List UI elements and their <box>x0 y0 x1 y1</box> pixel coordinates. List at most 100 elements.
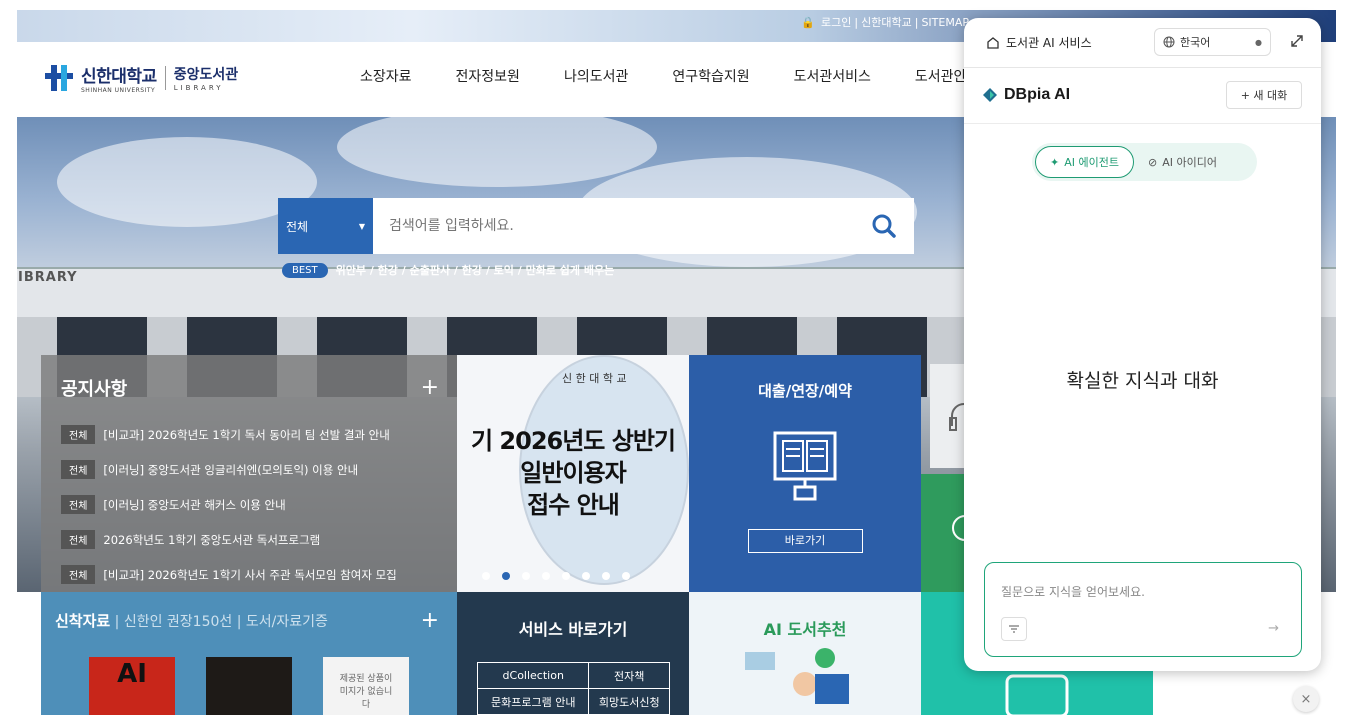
service-shortcuts-panel: 서비스 바로가기 dCollection 전자책 문화프로그램 안내 희망도서신청 <box>457 592 689 715</box>
close-panel-button[interactable]: × <box>1293 686 1319 712</box>
no-image-text: 제공된 상품이미지가 없습니다 <box>339 674 393 710</box>
logo-divider <box>164 66 166 90</box>
notice-more-button[interactable]: + <box>421 375 439 400</box>
home-icon <box>987 36 999 49</box>
banner-line-1: 기 2026년도 상반기 <box>471 427 676 455</box>
link-dcollection[interactable]: dCollection <box>476 662 590 689</box>
notice-panel: 공지사항 + 전체 [비교과] 2026학년도 1학기 독서 동아리 팀 선발 결… <box>41 355 457 592</box>
ai-book-recommend-tile[interactable]: AI 도서추천 <box>689 592 921 715</box>
notice-item[interactable]: 전체 [비교과] 2026학년도 1학기 독서 동아리 팀 선발 결과 안내 <box>61 417 437 452</box>
tab-new-books[interactable]: 신착자료 <box>55 612 110 630</box>
notice-category: 전체 <box>61 495 96 514</box>
banner-line-3: 접수 안내 <box>527 491 620 519</box>
ai-question-input[interactable]: 질문으로 지식을 얻어보세요. → <box>984 562 1302 657</box>
banner-line-2: 일반이용자 <box>520 459 626 487</box>
caret-down-icon: ● <box>1255 37 1262 47</box>
panel-divider <box>964 123 1321 124</box>
loan-go-button[interactable]: 바로가기 <box>747 529 863 553</box>
search-button[interactable] <box>854 198 914 254</box>
notice-item[interactable]: 전체 [이러닝] 중앙도서관 해커스 이용 안내 <box>61 487 437 522</box>
slider-dot-active[interactable] <box>502 572 510 580</box>
filter-button[interactable] <box>1001 617 1027 641</box>
slider-dot[interactable] <box>582 572 590 580</box>
univ-name-kr: 신한대학교 <box>81 67 157 86</box>
seal-text: 신 한 대 학 교 <box>562 372 627 385</box>
best-keyword-links[interactable]: 위안부 / 한강 / 순출판사 / 한강 / 토익 / 만화로 쉽게 배우는 <box>336 262 615 278</box>
ai-recommend-title: AI 도서추천 <box>763 620 847 639</box>
nav-research-support[interactable]: 연구학습지원 <box>672 66 749 86</box>
service-links-table: dCollection 전자책 문화프로그램 안내 희망도서신청 <box>476 662 670 715</box>
building-sign: IBRARY <box>18 270 78 285</box>
dbpia-brand: DBpia AI <box>1004 86 1071 103</box>
link-book-request[interactable]: 희망도서신청 <box>588 688 670 715</box>
notice-item[interactable]: 전체 2026학년도 1학기 중앙도서관 독서프로그램 <box>61 522 437 557</box>
tab-ai-agent[interactable]: ✦ AI 에이전트 <box>1035 146 1134 178</box>
service-title: 서비스 바로가기 <box>518 620 628 639</box>
main-nav: 소장자료 전자정보원 나의도서관 연구학습지원 도서관서비스 도서관안내 <box>360 66 1023 86</box>
link-culture-program[interactable]: 문화프로그램 안내 <box>476 688 590 715</box>
slider-dot[interactable] <box>602 572 610 580</box>
promo-banner-slider[interactable]: 신 한 대 학 교 기 2026년도 상반기 일반이용자 접수 안내 <box>457 355 689 592</box>
ai-service-panel: 도서관 AI 서비스 한국어 ● DBpia AI + 새 대화 ✦ AI 에이… <box>964 18 1321 671</box>
tab-ai-idea-label: AI 아이디어 <box>1162 156 1217 169</box>
search-icon <box>872 214 896 238</box>
library-name-en: LIBRARY <box>173 84 224 92</box>
notice-category: 전체 <box>61 460 96 479</box>
notice-title: 공지사항 <box>61 379 128 400</box>
univ-link[interactable]: 신한대학교 <box>861 16 912 29</box>
slider-dot[interactable] <box>562 572 570 580</box>
new-books-more-button[interactable]: + <box>421 608 439 633</box>
university-emblem-icon <box>45 65 73 91</box>
language-select[interactable]: 한국어 ● <box>1154 28 1271 56</box>
top-links: 🔒 로그인 | 신한대학교 | SITEMAP <box>801 16 969 29</box>
globe-icon <box>1163 36 1175 48</box>
tab-recommended-150[interactable]: 신한인 권장150선 <box>124 614 232 630</box>
login-link[interactable]: 로그인 <box>821 16 851 29</box>
ai-mode-tabs: ✦ AI 에이전트 ⊘ AI 아이디어 <box>1032 143 1257 181</box>
expand-icon[interactable] <box>1288 32 1306 50</box>
nav-library-services[interactable]: 도서관서비스 <box>794 66 871 86</box>
library-logo[interactable]: 신한대학교 SHINHAN UNIVERSITY 중앙도서관 LIBRARY <box>45 62 238 94</box>
search-input[interactable] <box>373 198 854 254</box>
lock-icon: 🔒 <box>801 16 816 29</box>
slider-dot[interactable] <box>482 572 490 580</box>
nav-holdings[interactable]: 소장자료 <box>360 66 412 86</box>
notice-item[interactable]: 전체 [이러닝] 중앙도서관 잉글리쉬엔(모의토익) 이용 안내 <box>61 452 437 487</box>
send-arrow-icon[interactable]: → <box>1268 621 1279 636</box>
book-screen-icon <box>773 431 837 501</box>
book-cover[interactable] <box>206 657 292 715</box>
tab-ai-agent-label: AI 에이전트 <box>1064 156 1119 169</box>
question-placeholder: 질문으로 지식을 얻어보세요. <box>1001 585 1145 599</box>
ai-reader-illustration-icon <box>745 648 849 704</box>
ai-welcome-text: 확실한 지식과 대화 <box>1066 370 1219 392</box>
dbpia-logo-icon <box>983 88 997 102</box>
tab-donation[interactable]: 도서/자료기증 <box>246 614 328 630</box>
language-value: 한국어 <box>1180 36 1211 49</box>
link-ebook[interactable]: 전자책 <box>588 662 670 689</box>
slider-dot[interactable] <box>542 572 550 580</box>
notice-text: [이러닝] 중앙도서관 해커스 이용 안내 <box>103 497 286 512</box>
library-name-kr: 중앙도서관 <box>173 67 239 83</box>
filter-icon <box>1009 625 1019 633</box>
nav-eresources[interactable]: 전자정보원 <box>456 66 520 86</box>
search-scope-select[interactable]: 전체 ▼ <box>278 198 373 254</box>
slider-dot[interactable] <box>622 572 630 580</box>
nav-my-library[interactable]: 나의도서관 <box>564 66 628 86</box>
slider-dot[interactable] <box>522 572 530 580</box>
search-scope-value: 전체 <box>286 219 309 234</box>
loan-title: 대출/연장/예약 <box>758 382 852 400</box>
book-cover-placeholder[interactable]: 제공된 상품이미지가 없습니다 <box>323 657 409 715</box>
notice-category: 전체 <box>61 530 96 549</box>
best-keywords: BEST 위안부 / 한강 / 순출판사 / 한강 / 토익 / 만화로 쉽게 … <box>282 262 614 278</box>
sitemap-link[interactable]: SITEMAP <box>921 16 969 29</box>
caret-down-icon: ▼ <box>358 221 365 231</box>
new-chat-button[interactable]: + 새 대화 <box>1226 81 1302 109</box>
notice-category: 전체 <box>61 565 96 584</box>
library-homepage: 🔒 로그인 | 신한대학교 | SITEMAP 신한대학교 SHINHAN UNIVERS… <box>0 0 1352 715</box>
notice-text: [비교과] 2026학년도 1학기 사서 주관 독서모임 참여자 모집 <box>103 567 397 582</box>
search-bar: 전체 ▼ <box>278 198 914 254</box>
univ-name-en: SHINHAN UNIVERSITY <box>81 87 156 94</box>
notice-item[interactable]: 전체 [비교과] 2026학년도 1학기 사서 주관 독서모임 참여자 모집 <box>61 557 437 592</box>
book-cover[interactable]: AI <box>89 657 175 715</box>
tab-ai-idea[interactable]: ⊘ AI 아이디어 <box>1134 146 1231 178</box>
